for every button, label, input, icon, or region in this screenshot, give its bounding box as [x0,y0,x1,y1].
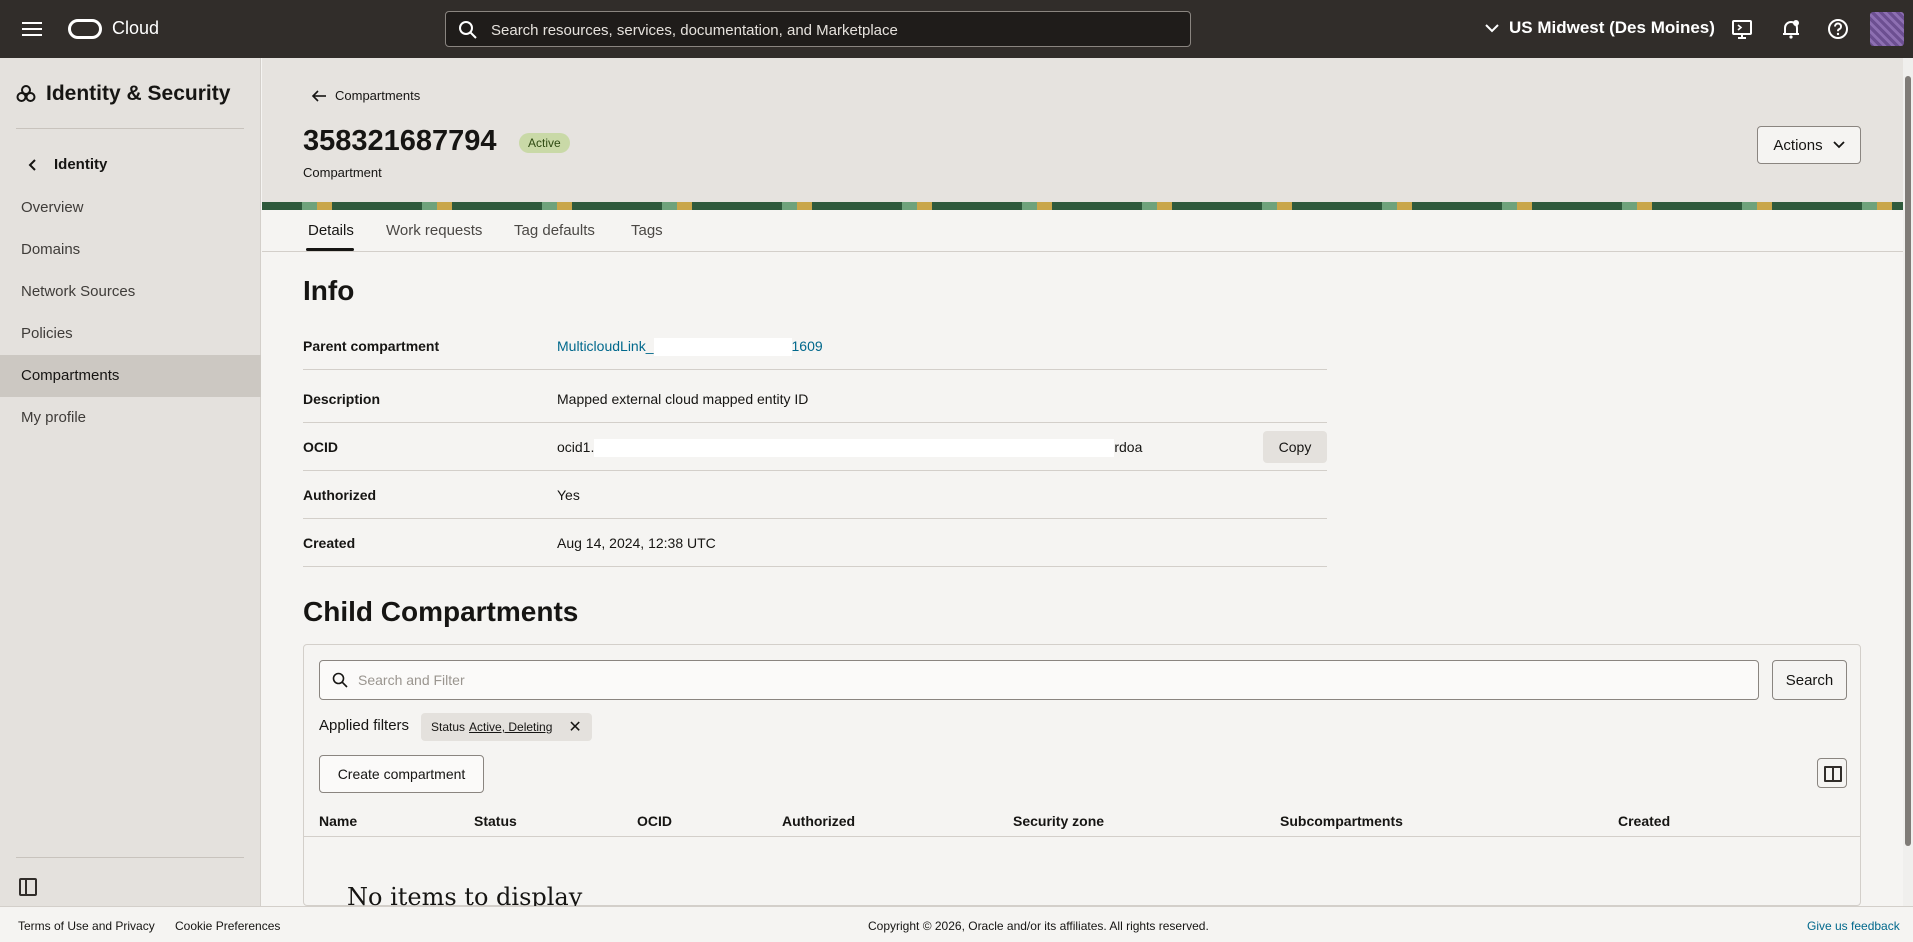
info-row-parent: Parent compartment MulticloudLink_ 1609 [303,322,1327,370]
sidebar-title: Identity & Security [16,82,230,106]
breadcrumb-label: Compartments [335,88,421,103]
table-header: Name Status OCID Authorized Security zon… [304,805,1860,837]
decorative-banner [262,202,1903,210]
arrow-left-icon [311,89,326,102]
parent-compartment-label: Parent compartment [303,338,440,354]
oracle-logo-icon[interactable] [68,19,102,39]
footer: Terms of Use and Privacy Cookie Preferen… [0,906,1913,942]
scrollbar-thumb[interactable] [1905,76,1911,846]
sidebar-divider [16,128,244,129]
parent-link-suffix: 1609 [791,338,823,354]
sidebar: Identity & Security Identity Overview Do… [0,58,261,906]
chip-key: Status [431,720,466,734]
column-header-status[interactable]: Status [474,813,517,829]
profile-avatar[interactable] [1870,12,1904,46]
cloud-shell-icon[interactable] [1731,18,1753,40]
search-icon [459,21,477,39]
copyright-text: Copyright © 2026, Oracle and/or its affi… [868,919,1209,933]
chip-values[interactable]: Active, Deleting [469,720,552,734]
tab-bar: Details Work requests Tag defaults Tags [262,210,1903,252]
child-compartments-heading: Child Compartments [303,596,579,627]
copy-ocid-button[interactable]: Copy [1263,431,1327,463]
global-search-input[interactable]: Search resources, services, documentatio… [445,11,1191,47]
info-row-created: Created Aug 14, 2024, 12:38 UTC [303,519,1327,567]
info-row-ocid: OCID ocid1. rdoa Copy [303,423,1327,471]
terms-link[interactable]: Terms of Use and Privacy [18,919,155,933]
column-settings-icon[interactable] [1817,758,1847,788]
tab-details[interactable]: Details [308,222,354,239]
child-compartments-panel: Search and Filter Search Applied filters… [303,644,1861,911]
search-and-filter-input[interactable]: Search and Filter [319,660,1759,700]
ocid-value: ocid1. rdoa [557,439,1143,458]
ocid-suffix: rdoa [1114,439,1143,455]
search-placeholder: Search resources, services, documentatio… [491,22,898,39]
parent-link-prefix: MulticloudLink_ [557,338,654,354]
tab-work-requests[interactable]: Work requests [386,222,482,239]
sidebar-divider-bottom [16,857,244,858]
collapse-sidebar-icon[interactable] [19,878,37,896]
region-label: US Midwest (Des Moines) [1509,18,1715,37]
sidebar-item-my-profile[interactable]: My profile [0,397,261,439]
column-header-subcompartments[interactable]: Subcompartments [1280,813,1403,829]
chevron-down-icon [1832,141,1845,149]
info-row-description: Description Mapped external cloud mapped… [303,375,1327,423]
status-badge: Active [519,133,570,153]
page-header: Compartments 358321687794 Active Compart… [262,58,1903,202]
ocid-label: OCID [303,439,338,455]
search-icon [332,672,348,688]
applied-filters-label: Applied filters [319,717,410,734]
info-heading: Info [303,275,355,306]
actions-button[interactable]: Actions [1757,126,1861,164]
sidebar-back-label: Identity [54,156,108,173]
redacted-block [653,338,792,357]
tab-tag-defaults[interactable]: Tag defaults [514,222,595,239]
page-title: 358321687794 [303,125,497,157]
ocid-prefix: ocid1. [557,439,595,455]
status-filter-chip[interactable]: Status Active, Deleting ✕ [421,713,592,741]
description-label: Description [303,391,381,407]
sidebar-item-domains[interactable]: Domains [0,229,261,271]
brand-label[interactable]: Cloud [112,18,159,39]
vertical-scrollbar[interactable] [1903,58,1913,906]
column-header-ocid[interactable]: OCID [637,813,672,829]
redacted-block [594,439,1115,458]
breadcrumb[interactable]: Compartments [311,88,420,103]
top-bar: Cloud Search resources, services, docume… [0,0,1913,58]
sidebar-back-identity[interactable]: Identity [28,156,107,173]
column-header-created[interactable]: Created [1618,813,1670,829]
chevron-down-icon [1485,24,1499,33]
info-row-authorized: Authorized Yes [303,471,1327,519]
sidebar-item-overview[interactable]: Overview [0,187,261,229]
sidebar-item-network-sources[interactable]: Network Sources [0,271,261,313]
chevron-left-icon [28,158,36,171]
help-icon[interactable] [1827,18,1849,40]
bell-icon[interactable] [1780,18,1802,40]
column-header-security-zone[interactable]: Security zone [1013,813,1104,829]
created-label: Created [303,535,356,551]
page-subtitle: Compartment [303,165,382,180]
active-tab-indicator [306,248,354,251]
filter-placeholder: Search and Filter [358,672,465,688]
create-compartment-button[interactable]: Create compartment [319,755,484,793]
authorized-value: Yes [557,487,580,503]
cookie-preferences-link[interactable]: Cookie Preferences [175,919,280,933]
authorized-label: Authorized [303,487,377,503]
created-value: Aug 14, 2024, 12:38 UTC [557,535,716,551]
feedback-link[interactable]: Give us feedback [1807,919,1900,933]
menu-icon[interactable] [20,19,44,39]
column-header-name[interactable]: Name [319,813,357,829]
identity-security-icon [16,85,36,102]
column-header-authorized[interactable]: Authorized [782,813,855,829]
actions-label: Actions [1773,136,1823,154]
close-icon[interactable]: ✕ [568,717,581,737]
sidebar-title-label: Identity & Security [46,82,231,105]
sidebar-item-policies[interactable]: Policies [0,313,261,355]
sidebar-item-compartments[interactable]: Compartments [0,355,261,397]
search-button[interactable]: Search [1772,660,1847,700]
parent-compartment-link[interactable]: MulticloudLink_ 1609 [557,338,823,357]
tab-tags[interactable]: Tags [631,222,663,239]
region-selector[interactable]: US Midwest (Des Moines) [1485,18,1715,38]
description-value: Mapped external cloud mapped entity ID [557,391,809,407]
